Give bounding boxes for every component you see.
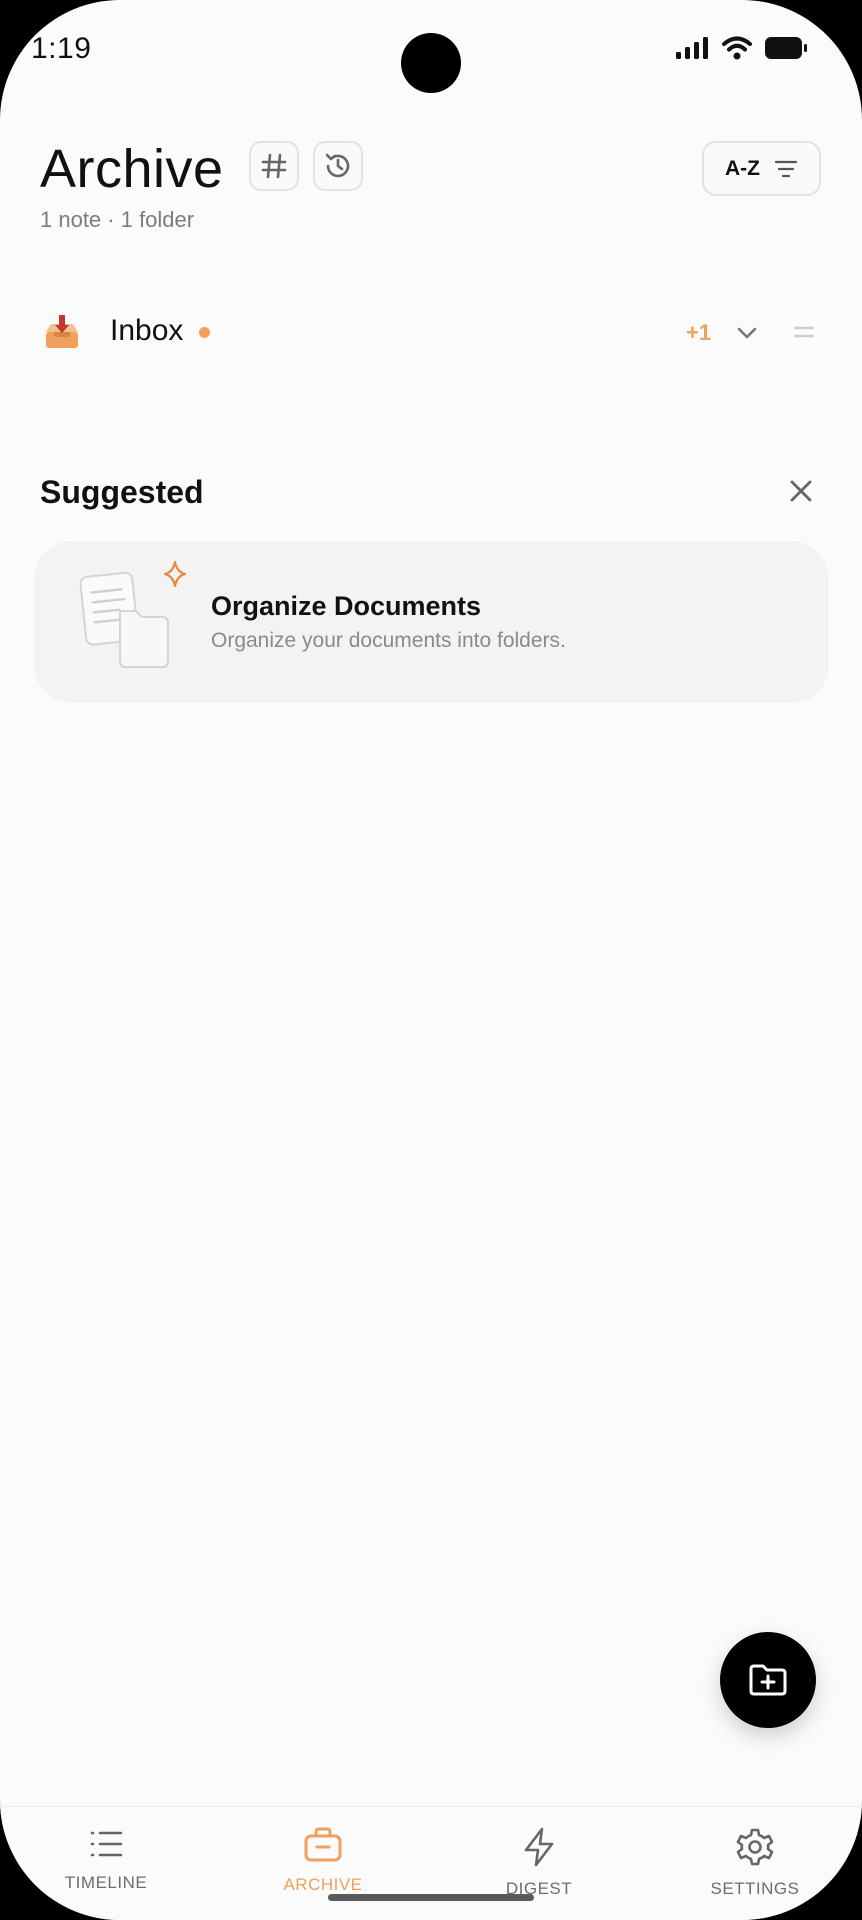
inbox-tray-icon: [46, 315, 78, 348]
nav-label-archive: ARCHIVE: [283, 1875, 363, 1894]
front-camera: [401, 33, 461, 93]
suggestion-card[interactable]: Organize Documents Organize your documen…: [34, 541, 829, 703]
page-title: Archive: [40, 139, 224, 199]
documents-folder-illustration-icon: [79, 561, 187, 668]
home-indicator: [328, 1894, 534, 1901]
filter-lines-icon: [774, 160, 798, 177]
page-subtitle: 1 note · 1 folder: [40, 207, 195, 232]
history-button[interactable]: [313, 141, 363, 191]
phone-screen: 1:19 Archive 1 note · 1 folder A-Z Inbox…: [0, 0, 862, 1920]
bottom-navigation: TIMELINE ARCHIVE DIGEST SETTINGS: [0, 1806, 862, 1920]
battery-icon: [765, 37, 807, 59]
sort-button[interactable]: A-Z: [702, 141, 821, 196]
suggestion-description: Organize your documents into folders.: [211, 629, 566, 652]
suggestion-title: Organize Documents: [211, 591, 482, 621]
list-icon: [90, 1831, 123, 1857]
folder-row-inbox[interactable]: Inbox +1: [0, 300, 862, 365]
new-folder-fab[interactable]: [720, 1632, 816, 1728]
lightning-icon: [524, 1827, 554, 1867]
briefcase-icon: [304, 1827, 342, 1862]
suggested-heading: Suggested: [40, 474, 204, 510]
nav-label-timeline: TIMELINE: [64, 1873, 148, 1892]
nav-settings[interactable]: SETTINGS: [665, 1807, 845, 1920]
nav-digest[interactable]: DIGEST: [449, 1807, 629, 1920]
nav-label-settings: SETTINGS: [710, 1879, 800, 1898]
gear-icon: [736, 1828, 774, 1866]
drag-handle-icon[interactable]: [793, 324, 815, 340]
status-time: 1:19: [31, 32, 92, 65]
folder-name: Inbox: [110, 314, 184, 347]
tags-button[interactable]: [249, 141, 299, 191]
folder-count-badge: +1: [686, 320, 712, 345]
history-icon: [325, 153, 350, 178]
sort-label: A-Z: [725, 156, 760, 180]
hashtag-icon: [261, 153, 287, 179]
close-icon[interactable]: [786, 476, 816, 506]
chevron-down-icon[interactable]: [734, 320, 760, 346]
wifi-icon: [722, 36, 752, 60]
nav-archive[interactable]: ARCHIVE: [233, 1807, 413, 1920]
status-icons: [676, 36, 808, 60]
nav-timeline[interactable]: TIMELINE: [16, 1807, 196, 1920]
new-indicator-dot: [199, 327, 210, 338]
signal-icon: [676, 37, 708, 59]
folder-add-icon: [749, 1664, 787, 1696]
